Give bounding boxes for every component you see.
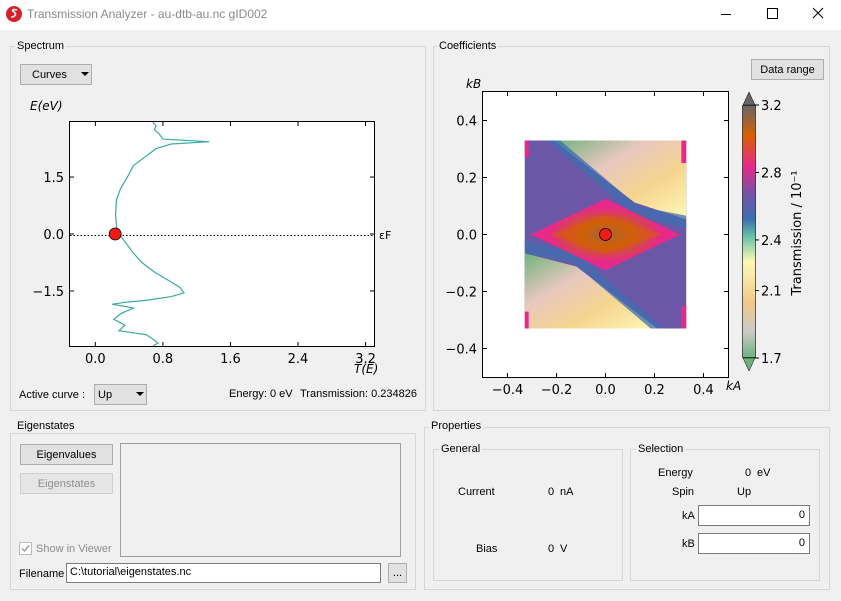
y-tick-label: −0.4	[445, 343, 477, 358]
x-tick-label: −0.2	[541, 383, 573, 398]
colorbar-min-arrow	[742, 357, 756, 372]
colorbar-max-arrow	[742, 91, 756, 106]
chevron-down-icon	[136, 392, 144, 396]
curves-select-value: Curves	[32, 68, 67, 81]
bias-label: Bias	[476, 543, 498, 555]
selection-group-title: Selection	[636, 443, 686, 455]
selection-energy-label: Energy	[658, 467, 693, 479]
spectrum-x-axis-label: T(E)	[354, 362, 378, 376]
colorbar-tick-label: 2.8	[761, 166, 782, 181]
bias-value: 0	[548, 543, 555, 555]
ka-input[interactable]: 0	[698, 505, 810, 526]
x-tick-label: 0.0	[85, 352, 106, 367]
colorbar-tick-label: 2.1	[761, 285, 782, 300]
x-tick-label: 0.2	[644, 383, 665, 398]
spectrum-chart[interactable]: E(eV) εF 0.0 0.8 1.6 2.4 3.21.50.0−1.5 T(E)	[0, 90, 420, 390]
general-group-title: General	[439, 443, 483, 455]
current-value: 0	[548, 486, 555, 498]
close-icon	[812, 7, 824, 19]
filename-input[interactable]: C:\tutorial\eigenstates.nc	[66, 563, 381, 583]
current-label: Current	[458, 486, 495, 498]
maximize-icon	[767, 8, 778, 19]
x-tick-label: 1.6	[220, 352, 241, 367]
y-tick-label: 0.0	[43, 228, 64, 243]
x-tick-label: 0.0	[595, 383, 616, 398]
browse-button[interactable]: ...	[388, 563, 407, 583]
coefficients-group-title: Coefficients	[437, 40, 499, 52]
bias-unit: V	[560, 543, 568, 555]
selection-spin-label: Spin	[672, 486, 695, 498]
eigenvalues-button[interactable]: Eigenvalues	[20, 444, 113, 465]
transmission-readout: Transmission: 0.234826	[300, 388, 417, 400]
coefficients-x-axis-label: kA	[726, 379, 741, 393]
colorbar	[742, 105, 756, 358]
maximize-button[interactable]	[749, 0, 795, 30]
heatmap-edge-strip	[681, 140, 687, 164]
selection-spin-value: Up	[737, 486, 752, 498]
checkmark-icon	[21, 545, 30, 553]
heatmap-edge-strip	[681, 305, 687, 329]
y-tick-label: 0.2	[456, 172, 477, 187]
ka-label: kA	[682, 510, 695, 522]
close-button[interactable]	[795, 0, 841, 30]
x-tick-label: 0.8	[153, 352, 174, 367]
x-tick-label: 2.4	[288, 352, 309, 367]
filename-label: Filename	[19, 568, 65, 580]
colorbar-label: Transmission / 10⁻¹	[790, 170, 805, 296]
active-curve-label: Active curve :	[19, 389, 86, 401]
x-tick-label: 0.4	[693, 383, 714, 398]
active-curve-value: Up	[98, 388, 113, 401]
heatmap-edge-strip	[524, 311, 529, 329]
spectrum-group-title: Spectrum	[15, 40, 67, 52]
current-unit: nA	[560, 486, 574, 498]
eigenvalues-list[interactable]	[120, 443, 401, 557]
eigenstates-group-title: Eigenstates	[15, 420, 77, 432]
minimize-button[interactable]	[703, 0, 749, 30]
x-tick-label: −0.4	[492, 383, 524, 398]
selection-energy-unit: eV	[757, 467, 771, 479]
y-tick-label: 0.4	[456, 115, 477, 130]
heatmap-edge-strip	[524, 140, 529, 158]
coefficients-chart[interactable]: kB −0.4 −0.2 0.0 0.2 0.4 0.4 0.2 0.0 −0.2 −0.4 kA…	[433, 70, 838, 405]
y-tick-label: −0.2	[445, 286, 477, 301]
colorbar-tick-label: 1.7	[761, 352, 782, 367]
active-curve-select[interactable]: Up	[94, 384, 147, 405]
curves-select[interactable]: Curves	[20, 64, 92, 85]
coefficients-y-axis-label: kB	[466, 77, 481, 91]
window-title: Transmission Analyzer - au-dtb-au.nc gID…	[27, 7, 268, 21]
colorbar-tick-label: 3.2	[761, 99, 782, 114]
selection-energy-value: 0	[745, 467, 752, 479]
fermi-level-label: εF	[379, 229, 391, 242]
colorbar-tick-label: 2.4	[761, 234, 782, 249]
kb-input[interactable]: 0	[698, 533, 810, 554]
k-point-marker[interactable]	[599, 228, 612, 241]
y-tick-label: 1.5	[43, 171, 64, 186]
chevron-down-icon	[81, 72, 89, 76]
minimize-icon	[721, 14, 731, 15]
eigenstates-button[interactable]: Eigenstates	[20, 473, 113, 494]
kb-label: kB	[682, 538, 695, 550]
show-in-viewer-checkbox[interactable]	[19, 542, 32, 555]
app-logo-icon	[6, 6, 22, 22]
title-bar: Transmission Analyzer - au-dtb-au.nc gID…	[0, 0, 841, 30]
energy-marker[interactable]	[108, 227, 122, 241]
y-tick-label: 0.0	[456, 229, 477, 244]
spectrum-y-axis-label: E(eV)	[30, 99, 63, 113]
properties-group-title: Properties	[429, 420, 484, 432]
y-tick-label: −1.5	[32, 285, 64, 300]
show-in-viewer-label: Show in Viewer	[36, 543, 112, 555]
energy-readout: Energy: 0 eV	[229, 388, 293, 400]
general-group	[433, 449, 623, 581]
